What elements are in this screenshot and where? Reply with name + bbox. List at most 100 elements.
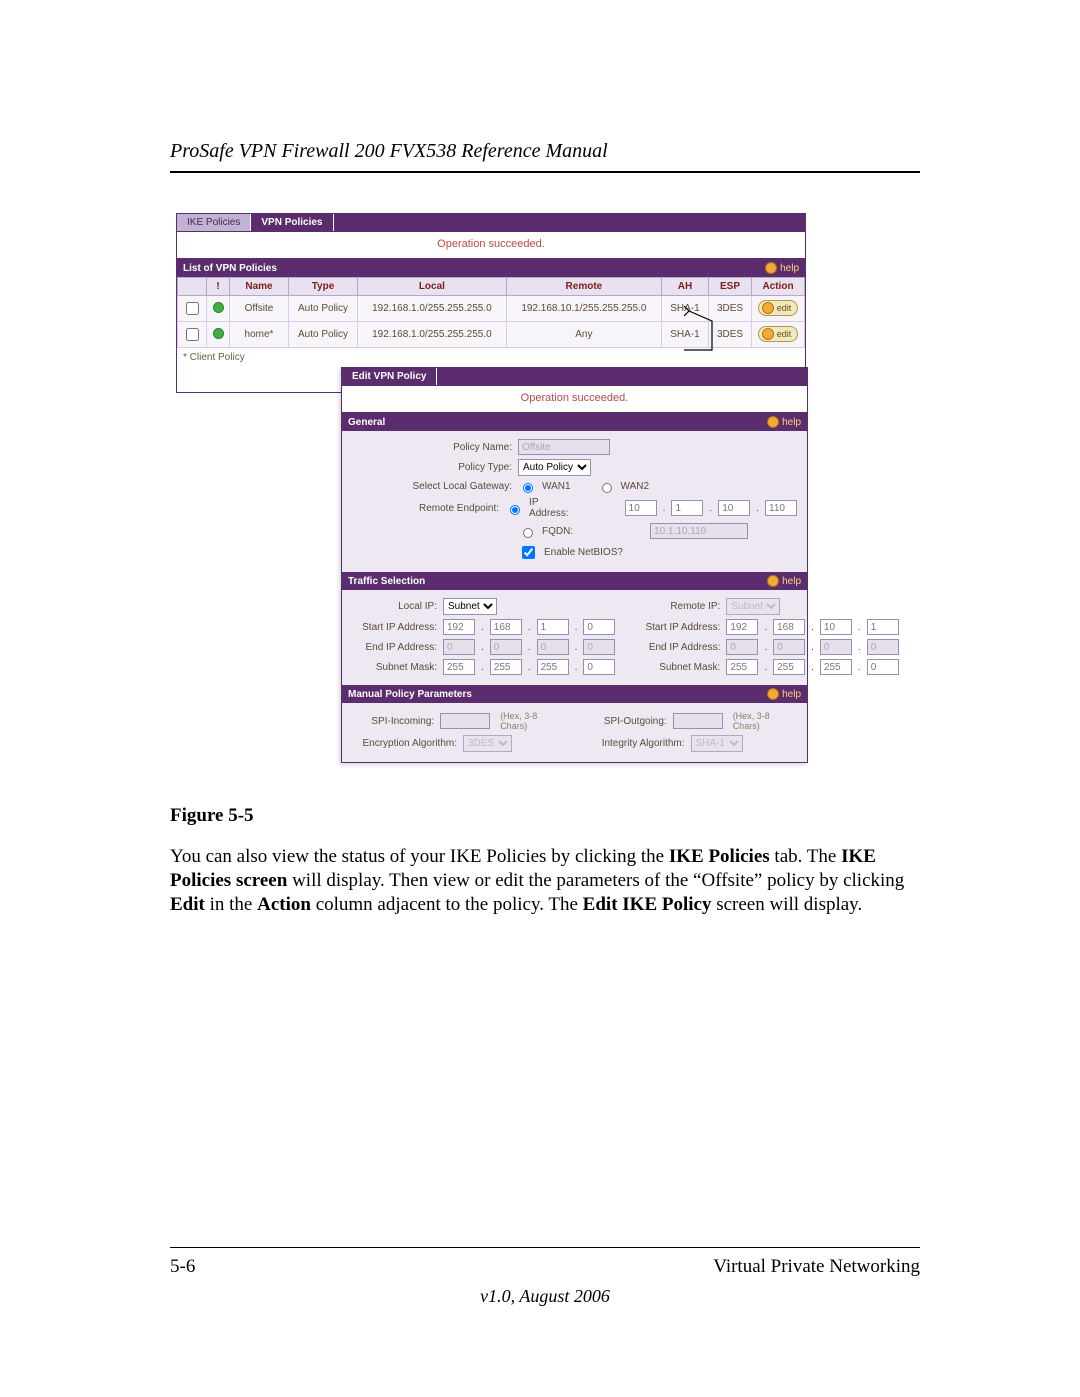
cell-name: home* xyxy=(230,322,289,348)
figure-5-5: IKE Policies VPN Policies Operation succ… xyxy=(176,213,806,789)
cell-esp: 3DES xyxy=(709,296,752,322)
cell-name: Offsite xyxy=(230,296,289,322)
cell-ah: SHA-1 xyxy=(662,322,709,348)
l-end-3[interactable] xyxy=(537,639,569,655)
l-start-2[interactable] xyxy=(490,619,522,635)
l-start-1[interactable] xyxy=(443,619,475,635)
r-mask-2[interactable] xyxy=(773,659,805,675)
wan1-radio[interactable] xyxy=(523,483,533,493)
help-label: help xyxy=(780,263,799,274)
r-end-2[interactable] xyxy=(773,639,805,655)
remote-ip-select[interactable]: Subnet xyxy=(726,598,780,615)
traffic-section-bar: Traffic Selection help xyxy=(342,572,807,590)
r-mask-4[interactable] xyxy=(867,659,899,675)
spi-in-input[interactable] xyxy=(440,713,490,729)
general-title: General xyxy=(348,417,385,428)
spi-in-label: SPI-Incoming: xyxy=(352,716,434,727)
row-checkbox[interactable] xyxy=(186,328,199,341)
r-mask-3[interactable] xyxy=(820,659,852,675)
enable-netbios-label: Enable NetBIOS? xyxy=(544,547,623,558)
r-mask-1[interactable] xyxy=(726,659,758,675)
r-start-2[interactable] xyxy=(773,619,805,635)
edit-tab-row: Edit VPN Policy xyxy=(342,368,807,386)
enc-alg-select[interactable]: 3DES xyxy=(463,735,512,752)
wan2-radio[interactable] xyxy=(602,483,612,493)
l-end-4[interactable] xyxy=(583,639,615,655)
remote-ip-label: Remote IP: xyxy=(635,601,720,612)
r-start-label: Start IP Address: xyxy=(635,622,720,633)
local-ip-select[interactable]: Subnet xyxy=(443,598,497,615)
ip-oct3[interactable] xyxy=(718,500,750,516)
wan1-label: WAN1 xyxy=(542,481,571,492)
l-mask-4[interactable] xyxy=(583,659,615,675)
wan2-label: WAN2 xyxy=(621,481,650,492)
footer-version: v1.0, August 2006 xyxy=(170,1286,920,1307)
col-esp: ESP xyxy=(709,278,752,296)
manual-form: SPI-Incoming: (Hex, 3-8 Chars) Encryptio… xyxy=(342,703,807,762)
r-end-1[interactable] xyxy=(726,639,758,655)
tab-vpn-policies[interactable]: VPN Policies xyxy=(251,214,333,231)
footer-page-number: 5-6 xyxy=(170,1256,195,1278)
traffic-form: Local IP: Subnet Start IP Address: . . .… xyxy=(342,590,807,685)
r-start-1[interactable] xyxy=(726,619,758,635)
help-icon xyxy=(767,416,779,428)
fqdn-input[interactable] xyxy=(650,523,748,539)
help-link-manual[interactable]: help xyxy=(767,688,801,700)
manual-section-bar: Manual Policy Parameters help xyxy=(342,685,807,703)
header-rule xyxy=(170,171,920,173)
row-checkbox[interactable] xyxy=(186,302,199,315)
col-type: Type xyxy=(289,278,358,296)
remote-endpoint-label: Remote Endpoint: xyxy=(352,503,499,514)
policy-type-label: Policy Type: xyxy=(352,462,512,473)
help-link-traffic[interactable]: help xyxy=(767,575,801,587)
r-start-4[interactable] xyxy=(867,619,899,635)
general-section-bar: General help xyxy=(342,413,807,431)
edit-button[interactable]: edit xyxy=(758,326,799,342)
edit-icon xyxy=(762,328,774,340)
l-mask-label: Subnet Mask: xyxy=(352,662,437,673)
r-end-4[interactable] xyxy=(867,639,899,655)
edit-button[interactable]: edit xyxy=(758,300,799,316)
help-label: help xyxy=(782,576,801,587)
ip-address-label: IP Address: xyxy=(529,497,576,519)
tab-ike-policies[interactable]: IKE Policies xyxy=(177,214,251,231)
cell-remote: Any xyxy=(506,322,661,348)
ip-oct4[interactable] xyxy=(765,500,797,516)
cell-esp: 3DES xyxy=(709,322,752,348)
table-row: Offsite Auto Policy 192.168.1.0/255.255.… xyxy=(178,296,805,322)
int-alg-select[interactable]: SHA-1 xyxy=(691,735,743,752)
edit-label: edit xyxy=(777,329,792,339)
ip-oct2[interactable] xyxy=(671,500,703,516)
enable-netbios-checkbox[interactable] xyxy=(522,546,535,559)
l-mask-2[interactable] xyxy=(490,659,522,675)
help-icon xyxy=(767,575,779,587)
l-end-label: End IP Address: xyxy=(352,642,437,653)
l-start-4[interactable] xyxy=(583,619,615,635)
r-end-3[interactable] xyxy=(820,639,852,655)
cell-ah: SHA-1 xyxy=(662,296,709,322)
ip-address-radio[interactable] xyxy=(510,505,520,515)
hex-hint: (Hex, 3-8 Chars) xyxy=(500,711,564,731)
spi-out-input[interactable] xyxy=(673,713,723,729)
vpn-policies-panel: IKE Policies VPN Policies Operation succ… xyxy=(176,213,806,393)
policy-type-select[interactable]: Auto Policy xyxy=(518,459,591,476)
figure-caption: Figure 5-5 xyxy=(170,805,920,827)
policy-name-input[interactable] xyxy=(518,439,610,455)
l-end-2[interactable] xyxy=(490,639,522,655)
select-local-gateway-label: Select Local Gateway: xyxy=(352,481,512,492)
tab-edit-vpn-policy[interactable]: Edit VPN Policy xyxy=(342,368,437,385)
edit-icon xyxy=(762,302,774,314)
fqdn-radio[interactable] xyxy=(523,528,533,538)
remote-column: Remote IP: Subnet Start IP Address: . . … xyxy=(635,596,898,677)
l-mask-3[interactable] xyxy=(537,659,569,675)
body-paragraph: You can also view the status of your IKE… xyxy=(170,845,920,916)
l-mask-1[interactable] xyxy=(443,659,475,675)
l-start-3[interactable] xyxy=(537,619,569,635)
help-link[interactable]: help xyxy=(765,262,799,274)
help-link-general[interactable]: help xyxy=(767,416,801,428)
l-end-1[interactable] xyxy=(443,639,475,655)
edit-label: edit xyxy=(777,303,792,313)
ip-oct1[interactable] xyxy=(625,500,657,516)
r-start-3[interactable] xyxy=(820,619,852,635)
enc-alg-label: Encryption Algorithm: xyxy=(352,738,457,749)
